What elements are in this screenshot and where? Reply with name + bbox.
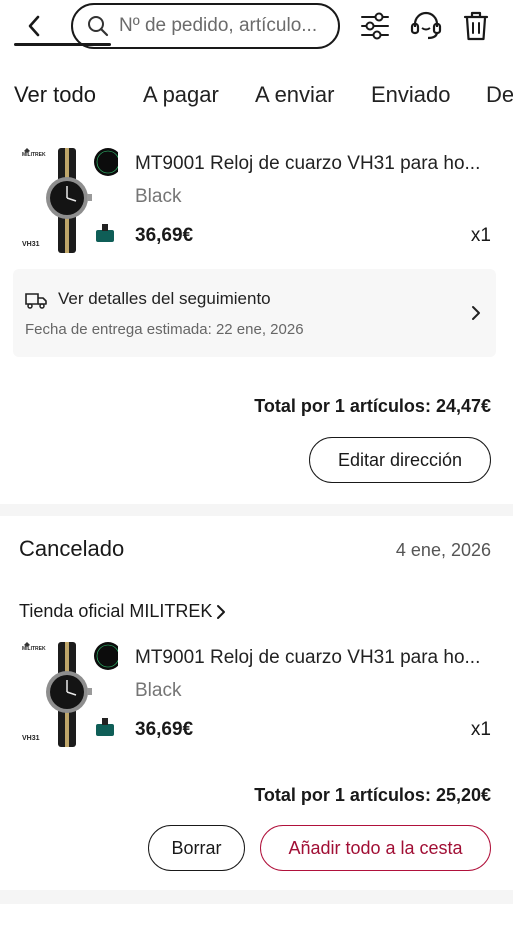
product-thumbnail[interactable]: MILITREK VH31: [18, 640, 118, 750]
support-button[interactable]: [408, 8, 444, 44]
brand-logo-text: MILITREK: [22, 152, 46, 158]
tab-a-enviar[interactable]: A enviar: [255, 78, 335, 108]
product-variant: Black: [135, 186, 182, 207]
product-variant: Black: [135, 680, 182, 701]
order-total: Total por 1 artículos: 25,20€: [254, 785, 491, 805]
tracking-panel[interactable]: Ver detalles del seguimiento Fecha de en…: [13, 269, 496, 357]
trash-icon: [463, 11, 489, 41]
truck-icon: [25, 293, 47, 309]
order-date: 4 ene, 2026: [395, 540, 491, 560]
thumbnail-model-label: VH31: [22, 241, 40, 248]
chevron-right-icon: [472, 306, 480, 320]
order-card-cancelled: Cancelado 4 ene, 2026 Tienda oficial MIL…: [0, 516, 513, 890]
search-input[interactable]: [119, 15, 325, 37]
product-quantity: x1: [470, 225, 491, 246]
product-thumbnail[interactable]: MILITREK VH31: [18, 146, 118, 256]
back-button[interactable]: [18, 10, 50, 42]
store-name: Tienda oficial MILITREK: [19, 601, 213, 621]
product-price: 36,69€: [135, 719, 194, 740]
active-tab-indicator: [14, 43, 111, 46]
tab-ver-todo[interactable]: Ver todo: [14, 78, 96, 108]
order-tabs: Ver todo A pagar A enviar Enviado De: [0, 78, 513, 124]
delivery-estimate: Fecha de entrega estimada: 22 ene, 2026: [25, 321, 304, 338]
order-total: Total por 1 artículos: 24,47€: [254, 396, 491, 416]
tracking-title: Ver detalles del seguimiento: [58, 289, 271, 308]
back-arrow-icon: [28, 15, 40, 37]
store-link[interactable]: Tienda oficial MILITREK: [19, 601, 226, 622]
thumbnail-model-label: VH31: [22, 735, 40, 742]
order-card: MILITREK VH31 MT9001 Reloj de cuarzo VH3…: [0, 124, 513, 504]
product-title[interactable]: MT9001 Reloj de cuarzo VH31 para ho...: [135, 153, 480, 175]
header: Ver todo A pagar A enviar Enviado De: [0, 0, 513, 124]
delete-orders-button[interactable]: [458, 8, 494, 44]
search-icon: [88, 16, 109, 37]
tab-partial[interactable]: De: [486, 78, 513, 108]
headset-icon: [410, 11, 442, 40]
tab-enviado[interactable]: Enviado: [371, 78, 451, 108]
product-title[interactable]: MT9001 Reloj de cuarzo VH31 para ho...: [135, 647, 480, 669]
order-status: Cancelado: [19, 536, 125, 561]
filter-sliders-icon: [361, 12, 389, 40]
brand-logo-text: MILITREK: [22, 646, 46, 652]
add-all-to-cart-button[interactable]: Añadir todo a la cesta: [260, 825, 491, 871]
search-bar[interactable]: [71, 3, 340, 49]
filter-button[interactable]: [357, 8, 393, 44]
product-quantity: x1: [470, 719, 491, 740]
chevron-right-icon: [217, 604, 226, 619]
tab-a-pagar[interactable]: A pagar: [143, 78, 219, 108]
order-card-partial: [0, 904, 513, 928]
edit-address-button[interactable]: Editar dirección: [309, 437, 491, 483]
delete-button[interactable]: Borrar: [148, 825, 245, 871]
product-price: 36,69€: [135, 225, 194, 246]
